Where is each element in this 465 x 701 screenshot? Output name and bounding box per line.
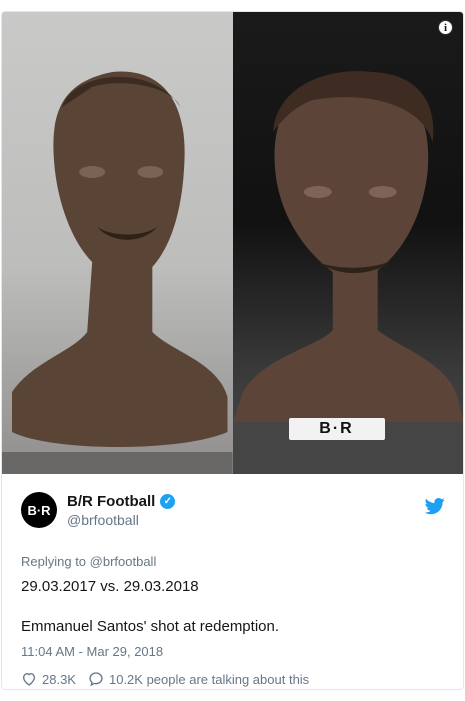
twitter-bird-icon[interactable] — [425, 496, 445, 516]
tweet-embed-card: i B·R B·R B/R Football ✓ @brfootball Rep… — [1, 11, 464, 690]
user-handle[interactable]: @brfootball — [67, 512, 175, 528]
tweet-actions: 28.3K 10.2K people are talking about thi… — [21, 671, 321, 687]
tweet-media[interactable]: i B·R — [2, 12, 463, 474]
bust-photo-2017 — [2, 12, 233, 474]
br-logo-badge: B·R — [288, 418, 385, 440]
tweet-text: 29.03.2017 vs. 29.03.2018 Emmanuel Santo… — [21, 577, 279, 637]
reply-prefix: Replying to — [21, 554, 90, 569]
like-action[interactable]: 28.3K — [21, 671, 76, 687]
speech-bubble-icon — [89, 672, 103, 687]
tweet-text-line1: 29.03.2017 vs. 29.03.2018 — [21, 578, 199, 595]
author-names: B/R Football ✓ @brfootball — [67, 493, 176, 528]
verified-icon: ✓ — [160, 493, 176, 509]
replying-to: Replying to @brfootball — [21, 554, 156, 569]
tweet-author[interactable]: B·R B/R Football ✓ @brfootball — [21, 492, 176, 528]
bust-photo-2018: i B·R — [232, 12, 463, 474]
conversation-action[interactable]: 10.2K people are talking about this — [88, 671, 309, 687]
display-name[interactable]: B/R Football ✓ — [67, 493, 176, 510]
tweet-timestamp[interactable]: 11:04 AM - Mar 29, 2018 — [21, 644, 163, 659]
info-icon[interactable]: i — [438, 20, 453, 35]
like-count: 28.3K — [42, 671, 76, 687]
tweet-body: B·R B/R Football ✓ @brfootball Replying … — [2, 474, 463, 689]
talking-count: 10.2K people are talking about this — [108, 671, 310, 687]
display-name-text[interactable]: B/R Football — [67, 493, 155, 510]
tweet-text-line2: Emmanuel Santos' shot at redemption. — [21, 618, 280, 635]
reply-handle[interactable]: @brfootball — [90, 554, 157, 569]
heart-icon — [22, 672, 36, 686]
avatar[interactable]: B·R — [21, 492, 57, 528]
